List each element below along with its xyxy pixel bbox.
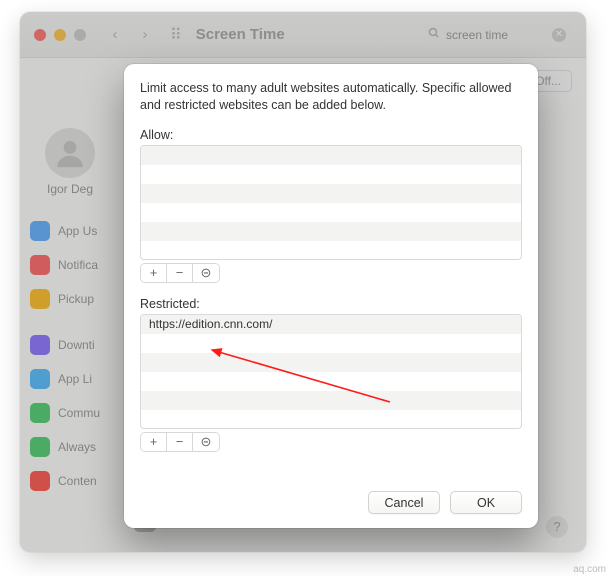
ok-button[interactable]: OK (450, 491, 522, 514)
preferences-window: ‹ › ⠿ Screen Time ✕ Igor Deg App UsNotif… (20, 12, 586, 552)
cancel-button[interactable]: Cancel (368, 491, 440, 514)
list-row[interactable] (141, 372, 521, 391)
sheet-description: Limit access to many adult websites auto… (140, 80, 522, 114)
list-row[interactable] (141, 146, 521, 165)
restricted-remove-button[interactable]: − (167, 433, 193, 451)
list-row[interactable] (141, 222, 521, 241)
list-row[interactable] (141, 184, 521, 203)
restricted-add-button[interactable]: + (141, 433, 167, 451)
allow-remove-button: − (167, 264, 193, 282)
restricted-more-button[interactable]: ⊝ (193, 433, 219, 451)
restricted-list[interactable]: https://edition.cnn.com/ (140, 314, 522, 429)
restricted-label: Restricted: (140, 297, 522, 311)
allow-list-controls: + − ⊝ (140, 263, 220, 283)
list-row[interactable] (141, 410, 521, 429)
allow-list[interactable] (140, 145, 522, 260)
list-row[interactable] (141, 353, 521, 372)
list-row[interactable]: https://edition.cnn.com/ (141, 315, 521, 334)
allow-label: Allow: (140, 128, 522, 142)
watermark: aq.com (573, 564, 606, 575)
list-row[interactable] (141, 165, 521, 184)
customize-sheet: Limit access to many adult websites auto… (124, 64, 538, 528)
list-row[interactable] (141, 391, 521, 410)
allow-add-button[interactable]: + (141, 264, 167, 282)
restricted-list-controls: + − ⊝ (140, 432, 220, 452)
list-row[interactable] (141, 203, 521, 222)
allow-more-button: ⊝ (193, 264, 219, 282)
list-row[interactable] (141, 334, 521, 353)
list-row[interactable] (141, 241, 521, 260)
